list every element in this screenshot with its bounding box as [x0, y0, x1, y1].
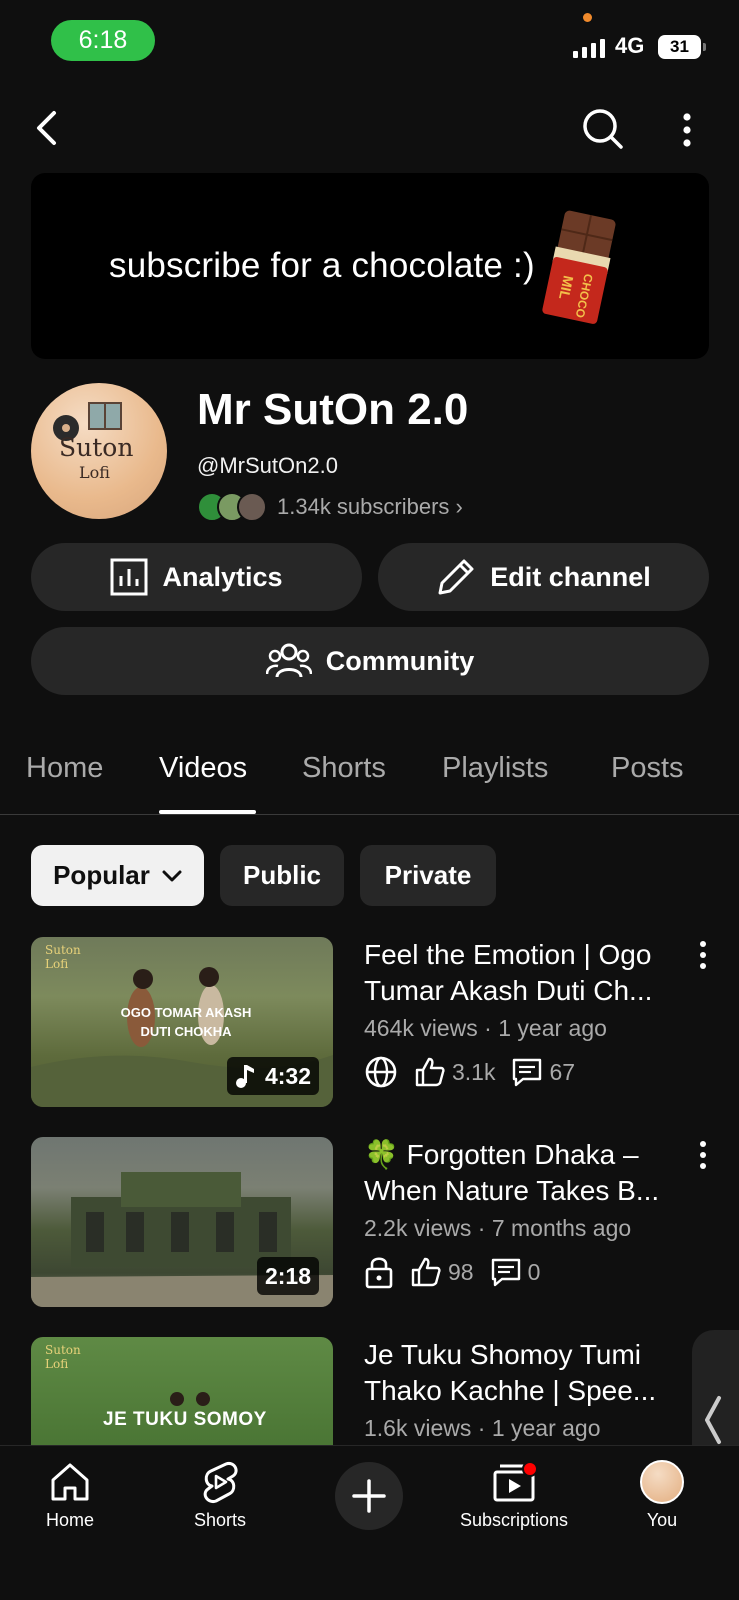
video-duration: 2:18 [256, 1257, 319, 1295]
nav-subscriptions[interactable]: Subscriptions [460, 1460, 568, 1531]
video-stats: 98 0 [364, 1255, 540, 1289]
video-meta: 1.6k views · 1 year ago [364, 1415, 601, 1441]
thumbnail-text: OGO TOMAR AKASH DUTI CHOKHA [120, 1005, 252, 1039]
privacy-indicator-dot [583, 13, 592, 22]
tab-videos[interactable]: Videos [159, 752, 247, 785]
banner-text: subscribe for a chocolate :) [109, 246, 535, 285]
plus-icon [352, 1479, 386, 1513]
community-label: Community [325, 645, 475, 676]
subscriber-avatar [237, 492, 267, 522]
video-row[interactable]: Suton Lofi OGO TOMAR AKASH DUTI CHOKHA 4:… [0, 937, 739, 1109]
like-count: 3.1k [452, 1058, 496, 1085]
comment-icon [513, 1058, 542, 1087]
channel-name: Mr SutOn 2.0 [197, 385, 469, 434]
private-chip-label: Private [384, 860, 472, 890]
top-app-bar [0, 100, 739, 160]
active-tab-indicator [159, 810, 256, 814]
nav-subscriptions-label: Subscriptions [460, 1510, 569, 1530]
video-meta: 2.2k views · 7 months ago [364, 1215, 632, 1241]
thumbs-up-icon [415, 1057, 445, 1087]
video-thumbnail[interactable]: 2:18 [31, 1137, 333, 1307]
tab-playlists[interactable]: Playlists [442, 752, 548, 785]
search-icon [583, 109, 623, 149]
like-count: 98 [448, 1258, 474, 1285]
video-meta: 464k views · 1 year ago [364, 1015, 607, 1041]
status-time: 6:18 [51, 20, 155, 61]
video-title[interactable]: Feel the Emotion | Ogo Tumar Akash Duti … [364, 937, 694, 1009]
avatar-subtitle: Lofi [79, 463, 110, 482]
video-thumbnail[interactable]: Suton Lofi OGO TOMAR AKASH DUTI CHOKHA 4:… [31, 937, 333, 1107]
subscriber-count: 1.34k subscribers › [277, 494, 463, 519]
avatar-title: Suton [59, 433, 134, 462]
video-stats: 3.1k 67 [364, 1055, 575, 1089]
nav-you-label: You [646, 1510, 678, 1530]
video-title[interactable]: Je Tuku Shomoy Tumi Thako Kachhe | Spee.… [364, 1337, 694, 1409]
tab-posts[interactable]: Posts [611, 752, 684, 785]
edit-channel-label: Edit channel [490, 561, 651, 592]
lock-icon [365, 1257, 393, 1289]
more-vertical-icon [700, 1141, 706, 1169]
video-more-button[interactable] [699, 1141, 707, 1174]
community-icon [265, 643, 312, 678]
thumbnail-text: JE TUKU SOMOY [103, 1409, 267, 1430]
analytics-icon [110, 558, 148, 596]
shorts-icon [203, 1461, 238, 1504]
nav-you[interactable]: You [640, 1460, 684, 1531]
nav-home-label: Home [46, 1510, 95, 1530]
thumbnail-watermark: Suton Lofi [45, 943, 81, 971]
video-more-button[interactable] [699, 941, 707, 974]
channel-tabs: Home Videos Shorts Playlists Posts [0, 740, 739, 815]
channel-avatar[interactable]: Suton Lofi [31, 383, 167, 519]
globe-icon [365, 1056, 397, 1088]
nav-shorts-label: Shorts [194, 1510, 247, 1530]
cellular-signal-icon [573, 36, 605, 58]
more-vertical-icon [683, 113, 691, 147]
tab-home[interactable]: Home [26, 752, 103, 785]
analytics-button[interactable]: Analytics [31, 543, 362, 611]
chevron-left-icon [705, 1396, 721, 1444]
nav-home[interactable]: Home [46, 1460, 94, 1531]
battery-icon: 31 [658, 35, 706, 59]
back-button[interactable] [26, 106, 66, 150]
duration-text: 2:18 [264, 1262, 311, 1289]
tab-shorts[interactable]: Shorts [302, 752, 386, 785]
home-icon [51, 1463, 89, 1501]
more-options-button[interactable] [672, 110, 702, 150]
subscribers-link[interactable]: 1.34k subscribers › [197, 490, 463, 524]
more-vertical-icon [700, 941, 706, 969]
popular-sort-chip[interactable]: Popular [31, 845, 204, 906]
pencil-icon [438, 559, 474, 595]
create-button[interactable] [335, 1462, 403, 1530]
window-illustration-icon [88, 402, 122, 430]
video-duration: 4:32 [226, 1057, 319, 1095]
edit-channel-button[interactable]: Edit channel [378, 543, 709, 611]
status-bar: 6:18 4G 31 [0, 0, 739, 80]
comment-icon [491, 1258, 520, 1287]
private-filter-chip[interactable]: Private [360, 845, 496, 906]
you-avatar [640, 1460, 684, 1504]
nav-shorts[interactable]: Shorts [194, 1460, 246, 1531]
duration-text: 4:32 [264, 1062, 311, 1089]
search-button[interactable] [580, 106, 626, 152]
comment-count: 0 [527, 1258, 541, 1285]
bottom-navigation: Home Shorts Subscriptions You [0, 1445, 739, 1600]
network-type: 4G [615, 33, 645, 58]
thumbs-up-icon [411, 1257, 441, 1287]
popular-chip-label: Popular [53, 860, 150, 890]
chevron-down-icon [162, 870, 182, 881]
community-button[interactable]: Community [31, 627, 709, 695]
video-title[interactable]: 🍀 Forgotten Dhaka – When Nature Takes B.… [364, 1137, 694, 1209]
analytics-label: Analytics [162, 561, 283, 592]
back-arrow-icon [37, 111, 56, 145]
public-chip-label: Public [242, 860, 321, 890]
comment-count: 67 [549, 1058, 576, 1085]
music-note-icon [235, 1065, 254, 1088]
subscriptions-icon [493, 1461, 539, 1502]
public-filter-chip[interactable]: Public [220, 845, 344, 906]
channel-handle: @MrSutOn2.0 [197, 453, 338, 478]
video-row[interactable]: 2:18 🍀 Forgotten Dhaka – When Nature Tak… [0, 1137, 739, 1309]
